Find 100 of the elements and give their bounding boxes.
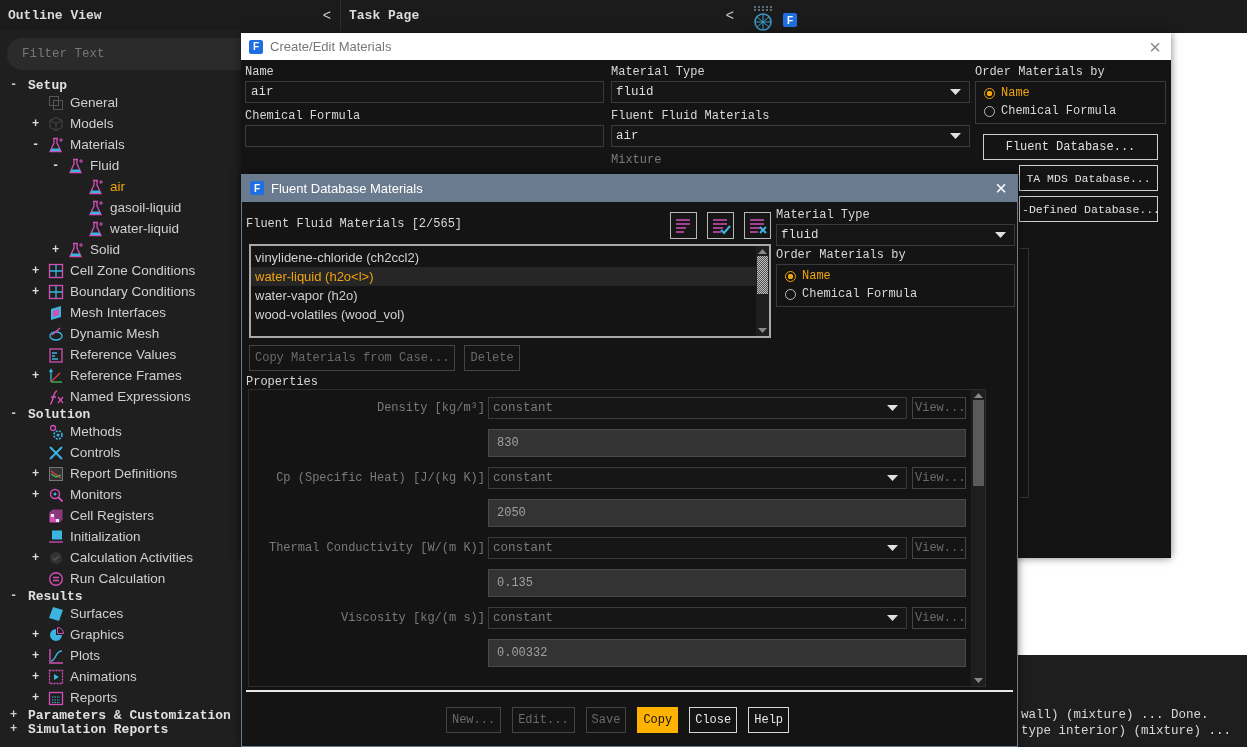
list-item[interactable]: vinylidene-chloride (ch2ccl2) [251,248,756,267]
axes-icon [48,367,64,384]
tree-item[interactable]: air [110,179,125,194]
tree-item[interactable]: Mesh Interfaces [70,305,167,320]
list-item[interactable]: wood-volatiles (wood_vol) [251,305,756,324]
close-button[interactable]: × [995,178,1007,198]
close-button[interactable]: × [1149,36,1161,57]
dialog-button[interactable]: Copy [637,707,679,733]
expander-toggle[interactable]: - [10,78,28,92]
radio-option[interactable]: Chemical Formula [785,286,1006,302]
tree-item[interactable]: Report Definitions [70,466,178,481]
dropdown[interactable]: fluid [776,224,1015,246]
tree-item[interactable]: Monitors [70,487,122,502]
collapse-button[interactable]: < [319,7,334,23]
database-button[interactable]: Fluent Database... [983,134,1158,160]
tree-item[interactable]: Surfaces [70,606,124,621]
expander-toggle[interactable]: - [10,407,28,421]
sort-list-button[interactable] [670,212,697,239]
expander-toggle[interactable]: + [32,466,46,481]
scrollbar[interactable] [971,390,985,686]
tree-item[interactable]: Models [70,116,114,131]
field-label: Material Type [611,66,706,79]
tree-section[interactable]: Parameters & Customization [28,707,231,723]
flask-icon [68,157,84,174]
dialog-button[interactable]: Close [689,707,738,733]
tree-item[interactable]: Plots [70,648,100,663]
tree-item[interactable]: Run Calculation [70,571,166,586]
list-item[interactable]: water-liquid (h2o<l>) [251,267,756,286]
radio-option[interactable]: Name [785,268,1006,284]
expander-toggle[interactable]: + [52,242,66,257]
expander-toggle[interactable]: + [32,487,46,502]
expander-toggle[interactable]: - [32,137,46,152]
tree-item[interactable]: Reference Frames [70,368,182,383]
tree-item[interactable]: Graphics [70,627,125,642]
expander-toggle[interactable]: + [32,550,46,565]
flask-icon [48,136,64,153]
tree-item[interactable]: Reports [70,690,118,705]
radio-option[interactable]: Name [984,85,1157,101]
radio-option[interactable]: Chemical Formula [984,103,1157,119]
tree-item[interactable]: Animations [70,669,137,684]
database-button[interactable]: -Defined Database... [1019,196,1158,222]
collapse-button[interactable]: < [722,7,737,23]
scrollbar[interactable] [756,246,769,336]
tree-item[interactable]: Reference Values [70,347,177,362]
expander-toggle[interactable]: + [32,648,46,663]
tree-item[interactable]: Boundary Conditions [70,284,196,299]
tree-item[interactable]: Fluid [90,158,120,173]
tree-item[interactable]: General [70,95,119,110]
tree-item[interactable]: Solid [90,242,121,257]
tree-item[interactable]: water-liquid [110,221,180,236]
field-label: Fluent Fluid Materials [611,110,771,123]
tree-item[interactable]: Named Expressions [70,389,191,404]
tree-item[interactable]: Initialization [70,529,141,544]
tree-item[interactable]: gasoil-liquid [110,200,182,215]
scroll-thumb[interactable] [972,400,984,486]
expander-toggle[interactable]: + [32,116,46,131]
expander-toggle[interactable]: + [32,368,46,383]
list-item[interactable]: water-vapor (h2o) [251,286,756,305]
tree-item[interactable]: Materials [70,137,125,152]
expander-toggle[interactable]: - [52,158,66,173]
scroll-thumb[interactable] [757,256,768,294]
console-line: wall) (mixture) ... Done. [1021,707,1210,723]
expander-toggle[interactable]: + [32,627,46,642]
expander-toggle[interactable]: + [32,690,46,705]
tree-section[interactable]: Setup [28,77,67,93]
tree-item[interactable]: Dynamic Mesh [70,326,160,341]
expander-toggle[interactable]: + [10,722,28,736]
property-label: Thermal Conductivity [W/(m K)] [267,540,485,557]
tree-item[interactable]: Cell Zone Conditions [70,263,196,278]
initialize-icon [48,528,64,545]
deselect-all-button[interactable] [744,212,771,239]
property-label: Viscosity [kg/(m s)] [339,610,485,627]
app-logo: F [250,181,264,195]
tree-item[interactable]: Cell Registers [70,508,155,523]
cube-icon [48,115,64,132]
caret-icon [887,404,898,412]
select-all-button[interactable] [707,212,734,239]
expander-toggle[interactable]: + [32,284,46,299]
tree-item[interactable]: Calculation Activities [70,550,194,565]
expander-toggle[interactable]: - [10,589,28,603]
grid-icon [48,262,64,279]
field-label: Fluent Fluid Materials [2/565] [246,218,463,231]
text-field[interactable] [245,125,604,147]
text-field[interactable]: air [245,81,604,103]
expander-toggle[interactable]: + [10,708,28,722]
property-label: Cp (Specific Heat) [J/(kg K)] [275,470,485,487]
expander-toggle[interactable]: + [32,669,46,684]
tree-section[interactable]: Solution [28,406,91,422]
tree-section[interactable]: Results [28,588,83,604]
expander-toggle[interactable]: + [32,263,46,278]
dialog-button[interactable]: Help [748,707,790,733]
tree-item[interactable]: Methods [70,424,122,439]
database-button[interactable]: TA MDS Database... [1019,165,1158,191]
tree-section[interactable]: Simulation Reports [28,721,169,737]
function-icon [48,388,64,405]
dropdown[interactable]: fluid [611,81,970,103]
clipboard-icon [48,346,64,363]
grid-icon [48,283,64,300]
tree-item[interactable]: Controls [70,445,121,460]
dropdown[interactable]: air [611,125,970,147]
